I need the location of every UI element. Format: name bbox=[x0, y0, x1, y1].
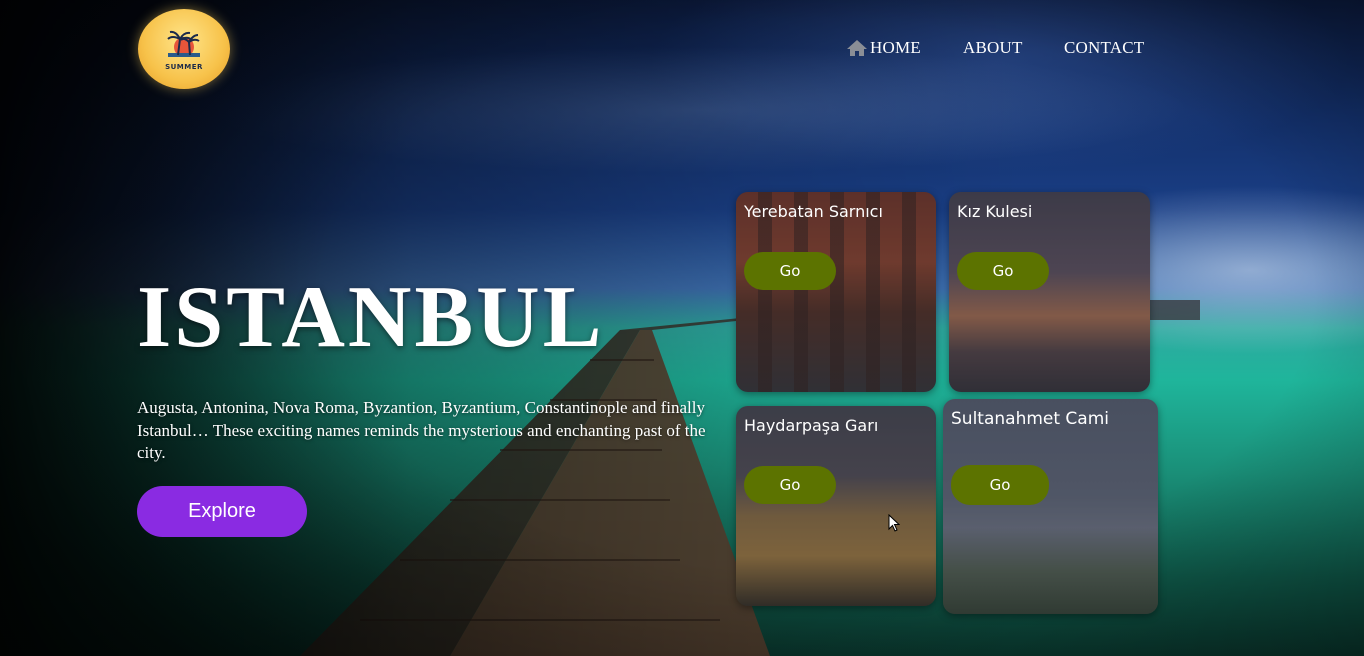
card-overlay bbox=[736, 406, 936, 606]
card-sultanahmet[interactable]: Sultanahmet Cami Go bbox=[943, 399, 1158, 614]
card-kiz-kulesi[interactable]: Kız Kulesi Go bbox=[949, 192, 1150, 392]
hero-title: ISTANBUL bbox=[137, 269, 605, 366]
nav-home-label: HOME bbox=[870, 38, 921, 57]
go-button[interactable]: Go bbox=[744, 252, 836, 290]
go-button[interactable]: Go bbox=[951, 465, 1049, 505]
card-title: Sultanahmet Cami bbox=[951, 409, 1109, 429]
card-overlay bbox=[736, 192, 936, 392]
card-title: Kız Kulesi bbox=[957, 202, 1033, 221]
card-overlay bbox=[949, 192, 1150, 392]
nav-home[interactable]: HOME bbox=[846, 38, 921, 58]
nav-about[interactable]: ABOUT bbox=[963, 38, 1023, 58]
go-button[interactable]: Go bbox=[744, 466, 836, 504]
logo-text: SUMMER bbox=[165, 63, 203, 71]
card-haydarpasa[interactable]: Haydarpaşa Garı Go bbox=[736, 406, 936, 606]
explore-button[interactable]: Explore bbox=[137, 486, 307, 537]
home-icon bbox=[847, 40, 867, 56]
card-title: Haydarpaşa Garı bbox=[744, 416, 879, 435]
go-button[interactable]: Go bbox=[957, 252, 1049, 290]
hero-description: Augusta, Antonina, Nova Roma, Byzantion,… bbox=[137, 398, 706, 462]
card-title: Yerebatan Sarnıcı bbox=[744, 202, 883, 221]
nav-contact[interactable]: CONTACT bbox=[1064, 38, 1144, 58]
card-overlay bbox=[943, 399, 1158, 614]
mouse-cursor-icon bbox=[888, 514, 900, 532]
main-nav: HOME ABOUT CONTACT bbox=[0, 38, 1364, 62]
card-yerebatan[interactable]: Yerebatan Sarnıcı Go bbox=[736, 192, 936, 392]
